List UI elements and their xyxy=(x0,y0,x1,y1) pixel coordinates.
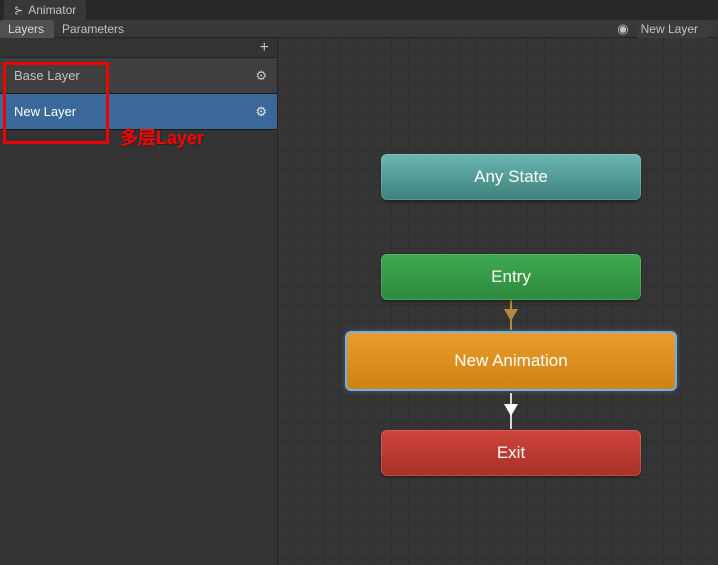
node-label: Any State xyxy=(474,167,548,187)
animator-icon: ⊱ xyxy=(14,4,23,17)
node-new-animation[interactable]: New Animation xyxy=(345,331,677,391)
animator-tab-label: Animator xyxy=(28,3,76,17)
node-label: New Animation xyxy=(454,351,567,371)
node-any-state[interactable]: Any State xyxy=(381,154,641,200)
layer-item-new[interactable]: New Layer ⚙ xyxy=(0,94,277,130)
tab-parameters[interactable]: Parameters xyxy=(54,20,134,38)
breadcrumb[interactable]: New Layer xyxy=(637,20,706,38)
toolbar: Layers Parameters ◉ New Layer xyxy=(0,20,718,38)
tab-layers[interactable]: Layers xyxy=(0,20,54,38)
layer-item-label: New Layer xyxy=(14,104,76,119)
layer-item-base[interactable]: Base Layer ⚙ xyxy=(0,58,277,94)
node-label: Exit xyxy=(497,443,525,463)
node-label: Entry xyxy=(491,267,531,287)
animator-tab[interactable]: ⊱ Animator xyxy=(4,0,86,20)
eye-icon[interactable]: ◉ xyxy=(609,21,636,37)
node-exit[interactable]: Exit xyxy=(381,430,641,476)
breadcrumb-label: New Layer xyxy=(641,22,698,36)
layer-item-label: Base Layer xyxy=(14,68,80,83)
editor-tab-bar: ⊱ Animator xyxy=(0,0,718,20)
plus-icon[interactable]: + xyxy=(260,39,269,57)
node-entry[interactable]: Entry xyxy=(381,254,641,300)
add-layer-row: + xyxy=(0,38,277,58)
arrowhead-icon xyxy=(504,404,518,416)
graph-canvas[interactable]: Any State Entry New Animation Exit xyxy=(278,38,718,565)
gear-icon[interactable]: ⚙ xyxy=(255,68,267,84)
gear-icon[interactable]: ⚙ xyxy=(255,104,267,120)
layers-sidebar: + Base Layer ⚙ New Layer ⚙ xyxy=(0,38,278,565)
arrowhead-icon xyxy=(504,309,518,321)
